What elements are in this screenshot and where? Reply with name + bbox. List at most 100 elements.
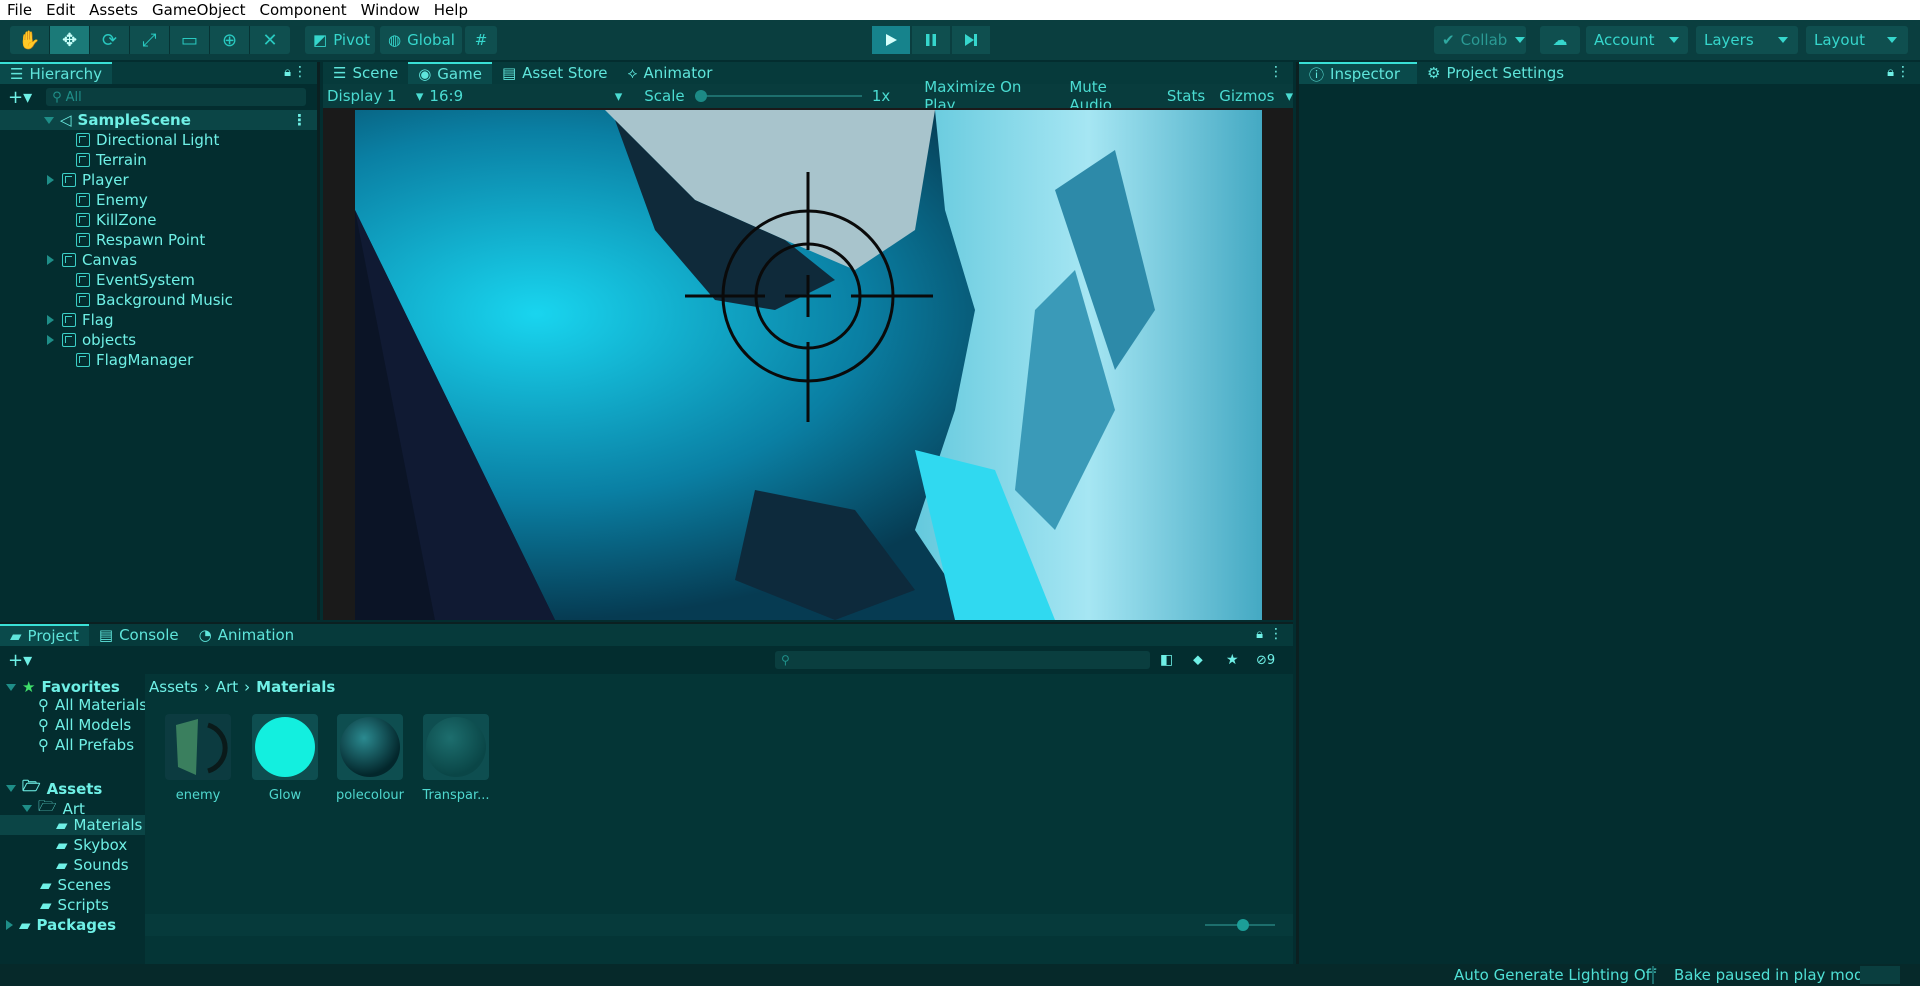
tab-hierarchy[interactable]: ☰ Hierarchy bbox=[0, 62, 112, 84]
hierarchy-item[interactable]: EventSystem bbox=[0, 270, 317, 290]
hierarchy-item[interactable]: FlagManager bbox=[0, 350, 317, 370]
move-tool-button[interactable]: ✥ bbox=[50, 26, 90, 54]
menu-assets[interactable]: Assets bbox=[82, 0, 145, 20]
menu-window[interactable]: Window bbox=[354, 0, 427, 20]
add-icon[interactable]: +▾ bbox=[8, 650, 32, 671]
hierarchy-item[interactable]: Terrain bbox=[0, 150, 317, 170]
lock-icon[interactable]: 🔒︎ bbox=[284, 65, 291, 80]
chevron-down-icon[interactable] bbox=[22, 805, 32, 812]
folder-scenes[interactable]: ▰ Scenes bbox=[40, 876, 111, 894]
asset-glow[interactable]: Glow bbox=[245, 714, 325, 803]
breadcrumb-materials[interactable]: Materials bbox=[256, 678, 335, 696]
tab-console[interactable]: ▤ Console bbox=[89, 624, 189, 646]
chevron-down-icon[interactable]: ▾ bbox=[1285, 87, 1293, 105]
step-button[interactable] bbox=[952, 26, 990, 54]
tab-game[interactable]: ◉ Game bbox=[408, 62, 492, 84]
menu-help[interactable]: Help bbox=[427, 0, 475, 20]
scene-row[interactable]: ◁ SampleScene ⋮ bbox=[0, 110, 317, 130]
label-icon[interactable]: ⬥ bbox=[1193, 652, 1203, 668]
pause-button[interactable] bbox=[912, 26, 950, 54]
collab-dropdown[interactable]: ✔ Collab bbox=[1434, 26, 1526, 54]
chevron-right-icon[interactable] bbox=[47, 315, 54, 325]
pivot-toggle[interactable]: ◩ Pivot bbox=[305, 26, 375, 54]
chevron-down-icon[interactable] bbox=[6, 683, 16, 691]
scale-tool-button[interactable]: ⤢ bbox=[130, 26, 170, 54]
layers-dropdown[interactable]: Layers bbox=[1696, 26, 1798, 54]
asset-transparent[interactable]: Transpar... bbox=[416, 714, 496, 803]
scale-slider[interactable] bbox=[694, 90, 862, 102]
grid-snap-button[interactable]: # bbox=[465, 26, 497, 54]
lock-icon[interactable]: 🔒︎ bbox=[1256, 627, 1263, 642]
hierarchy-item[interactable]: Player bbox=[0, 170, 317, 190]
hand-tool-button[interactable]: ✋ bbox=[10, 26, 50, 54]
layout-dropdown[interactable]: Layout bbox=[1806, 26, 1908, 54]
folder-sounds[interactable]: ▰ Sounds bbox=[56, 856, 129, 874]
more-menu-icon[interactable]: ⋮ bbox=[1896, 64, 1910, 80]
hierarchy-item[interactable]: Directional Light bbox=[0, 130, 317, 150]
rect-tool-button[interactable]: ▭ bbox=[170, 26, 210, 54]
more-menu-icon[interactable]: ⋮ bbox=[1269, 64, 1283, 80]
more-menu-icon[interactable]: ⋮ bbox=[1269, 626, 1283, 642]
menu-edit[interactable]: Edit bbox=[39, 0, 82, 20]
asset-polecolour[interactable]: polecolour bbox=[330, 714, 410, 803]
rotate-tool-button[interactable]: ⟳ bbox=[90, 26, 130, 54]
hierarchy-search[interactable]: ⚲ All bbox=[46, 88, 307, 106]
favorite-item[interactable]: ⚲ All Models bbox=[38, 716, 131, 734]
scale-slider-handle[interactable] bbox=[694, 90, 707, 102]
hierarchy-item[interactable]: Respawn Point bbox=[0, 230, 317, 250]
custom-tool-button[interactable]: ✕ bbox=[250, 26, 290, 54]
hierarchy-item[interactable]: Background Music bbox=[0, 290, 317, 310]
project-search[interactable]: ⚲ bbox=[775, 651, 1150, 669]
folder-skybox[interactable]: ▰ Skybox bbox=[56, 836, 127, 854]
lock-icon[interactable]: 🔒︎ bbox=[1887, 65, 1894, 80]
menu-file[interactable]: File bbox=[0, 0, 39, 20]
hierarchy-item[interactable]: objects bbox=[0, 330, 317, 350]
icon-size-slider[interactable] bbox=[1205, 919, 1275, 931]
hierarchy-item[interactable]: Enemy bbox=[0, 190, 317, 210]
stats-toggle[interactable]: Stats bbox=[1160, 87, 1212, 105]
tab-animation[interactable]: ◔ Animation bbox=[189, 624, 305, 646]
transform-tool-button[interactable]: ⊕ bbox=[210, 26, 250, 54]
chevron-right-icon[interactable] bbox=[47, 175, 54, 185]
hierarchy-item[interactable]: KillZone bbox=[0, 210, 317, 230]
display-dropdown[interactable]: Display 1 ▾ bbox=[327, 87, 423, 105]
filter-type-icon[interactable]: ◧ bbox=[1160, 652, 1173, 668]
hierarchy-item[interactable]: Canvas bbox=[0, 250, 317, 270]
breadcrumb-art[interactable]: Art bbox=[216, 678, 238, 696]
packages-row[interactable]: ▰ Packages bbox=[6, 916, 116, 934]
global-toggle[interactable]: ◍ Global bbox=[380, 26, 462, 54]
game-viewport[interactable] bbox=[355, 110, 1262, 620]
lighting-status[interactable]: Auto Generate Lighting Off bbox=[1454, 966, 1656, 984]
tab-asset-store[interactable]: ▤ Asset Store bbox=[492, 62, 618, 84]
chevron-right-icon[interactable] bbox=[47, 335, 54, 345]
folder-scripts[interactable]: ▰ Scripts bbox=[40, 896, 109, 914]
aspect-dropdown[interactable]: 16:9 ▾ bbox=[429, 87, 622, 105]
breadcrumb-assets[interactable]: Assets bbox=[149, 678, 198, 696]
tab-scene[interactable]: ☰ Scene bbox=[323, 62, 408, 84]
favorite-item[interactable]: ⚲ All Prefabs bbox=[38, 736, 134, 754]
hierarchy-item[interactable]: Flag bbox=[0, 310, 317, 330]
hidden-packages-toggle[interactable]: ⊘9 bbox=[1256, 653, 1275, 668]
cloud-button[interactable]: ☁ bbox=[1540, 26, 1580, 54]
chevron-right-icon[interactable] bbox=[6, 920, 13, 930]
chevron-down-icon[interactable] bbox=[44, 116, 54, 124]
menu-gameobject[interactable]: GameObject bbox=[145, 0, 253, 20]
favorites-row[interactable]: ★ Favorites bbox=[6, 678, 120, 696]
star-icon[interactable]: ★ bbox=[1226, 652, 1239, 668]
scene-more-icon[interactable]: ⋮ bbox=[292, 111, 307, 129]
icon-size-handle[interactable] bbox=[1237, 919, 1249, 931]
tab-animator[interactable]: ⟡ Animator bbox=[618, 62, 723, 84]
tab-inspector[interactable]: ⓘ Inspector bbox=[1299, 62, 1417, 84]
favorite-item[interactable]: ⚲ All Materials bbox=[38, 696, 145, 714]
tab-project-settings[interactable]: ⚙ Project Settings bbox=[1417, 62, 1574, 84]
account-dropdown[interactable]: Account bbox=[1586, 26, 1688, 54]
gizmos-toggle[interactable]: Gizmos bbox=[1212, 87, 1281, 105]
chevron-right-icon[interactable] bbox=[47, 255, 54, 265]
chevron-down-icon[interactable] bbox=[6, 785, 16, 792]
more-menu-icon[interactable]: ⋮ bbox=[293, 64, 307, 80]
tab-project[interactable]: ▰ Project bbox=[0, 624, 89, 646]
folder-materials[interactable]: ▰ Materials bbox=[0, 815, 145, 835]
play-button[interactable] bbox=[872, 26, 910, 54]
asset-enemy[interactable]: enemy bbox=[158, 714, 238, 803]
menu-component[interactable]: Component bbox=[253, 0, 354, 20]
